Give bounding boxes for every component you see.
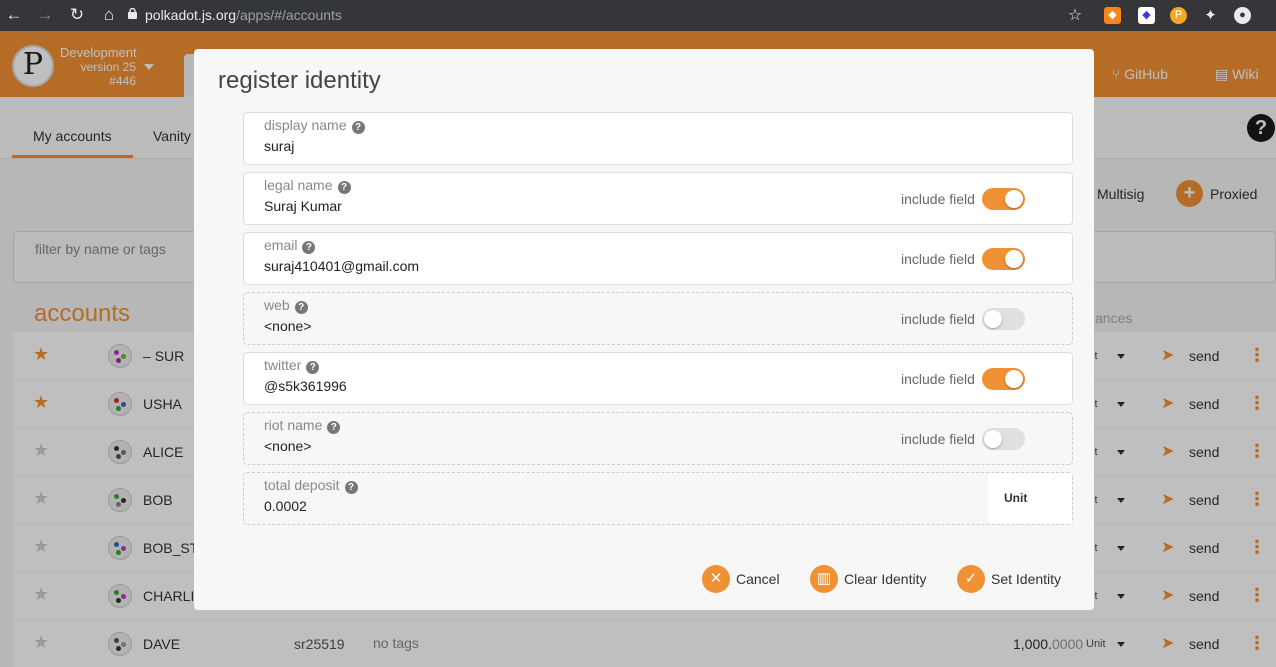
help-icon[interactable]: ?	[344, 481, 358, 494]
include-email-toggle[interactable]	[982, 248, 1025, 270]
legal-name-field[interactable]: legal name? Suraj Kumar include field	[243, 172, 1073, 225]
set-identity-label: Set Identity	[991, 571, 1062, 587]
extension-icon[interactable]: ◆	[1138, 7, 1155, 24]
include-field-label: include field	[901, 251, 975, 267]
field-label: total deposit?	[264, 477, 358, 494]
help-icon[interactable]: ?	[327, 421, 341, 434]
metamask-extension-icon[interactable]: ◆	[1104, 7, 1121, 24]
display-name-field[interactable]: display name? suraj	[243, 112, 1073, 165]
riot-name-input[interactable]: <none>	[264, 438, 312, 454]
profile-avatar-icon[interactable]: ●	[1234, 7, 1251, 24]
field-label: riot name?	[264, 417, 341, 434]
bookmark-star-icon[interactable]: ☆	[1064, 5, 1086, 25]
check-icon: ✓	[957, 565, 985, 593]
include-web-toggle[interactable]	[982, 308, 1025, 330]
display-name-input[interactable]: suraj	[264, 138, 294, 154]
include-legal-name-toggle[interactable]	[982, 188, 1025, 210]
reload-icon[interactable]: ↻	[66, 5, 88, 25]
include-field-label: include field	[901, 311, 975, 327]
puzzle-extensions-icon[interactable]: ✦	[1202, 7, 1219, 24]
help-icon[interactable]: ?	[306, 361, 320, 374]
browser-toolbar: ← → ↻ ⌂ polkadot.js.org/apps/#/accounts …	[0, 0, 1276, 31]
address-bar[interactable]: polkadot.js.org/apps/#/accounts	[145, 7, 342, 23]
forward-icon[interactable]: →	[34, 5, 56, 25]
url-host: polkadot.js.org	[145, 7, 237, 23]
include-field-label: include field	[901, 431, 975, 447]
clear-identity-label: Clear Identity	[844, 571, 927, 587]
web-field[interactable]: web? <none> include field	[243, 292, 1073, 345]
trash-icon: ▥	[810, 565, 838, 593]
twitter-input[interactable]: @s5k361996	[264, 378, 347, 394]
close-icon: ✕	[702, 565, 730, 593]
help-icon[interactable]: ?	[351, 121, 365, 134]
total-deposit-field: total deposit? 0.0002 Unit	[243, 472, 1073, 525]
help-icon[interactable]: ?	[302, 241, 316, 254]
twitter-field[interactable]: twitter? @s5k361996 include field	[243, 352, 1073, 405]
help-icon[interactable]: ?	[294, 301, 308, 314]
back-icon[interactable]: ←	[3, 5, 25, 25]
cancel-label: Cancel	[736, 571, 780, 587]
total-deposit-value: 0.0002	[264, 498, 307, 514]
web-input[interactable]: <none>	[264, 318, 312, 334]
field-label: web?	[264, 297, 308, 314]
url-path: /apps/#/accounts	[236, 7, 342, 23]
field-label: display name?	[264, 117, 365, 134]
include-field-label: include field	[901, 191, 975, 207]
include-riot-name-toggle[interactable]	[982, 428, 1025, 450]
include-twitter-toggle[interactable]	[982, 368, 1025, 390]
register-identity-modal: register identity display name? suraj le…	[194, 49, 1094, 610]
email-input[interactable]: suraj410401@gmail.com	[264, 258, 419, 274]
home-icon[interactable]: ⌂	[98, 5, 120, 25]
include-field-label: include field	[901, 371, 975, 387]
riot-name-field[interactable]: riot name? <none> include field	[243, 412, 1073, 465]
field-label: email?	[264, 237, 316, 254]
field-label: legal name?	[264, 177, 351, 194]
legal-name-input[interactable]: Suraj Kumar	[264, 198, 342, 214]
lock-icon	[128, 8, 137, 19]
unit-selector[interactable]: Unit	[988, 473, 1072, 524]
polkadot-extension-icon[interactable]: P	[1170, 7, 1187, 24]
help-icon[interactable]: ?	[337, 181, 351, 194]
field-label: twitter?	[264, 357, 320, 374]
modal-title: register identity	[218, 67, 381, 94]
email-field[interactable]: email? suraj410401@gmail.com include fie…	[243, 232, 1073, 285]
